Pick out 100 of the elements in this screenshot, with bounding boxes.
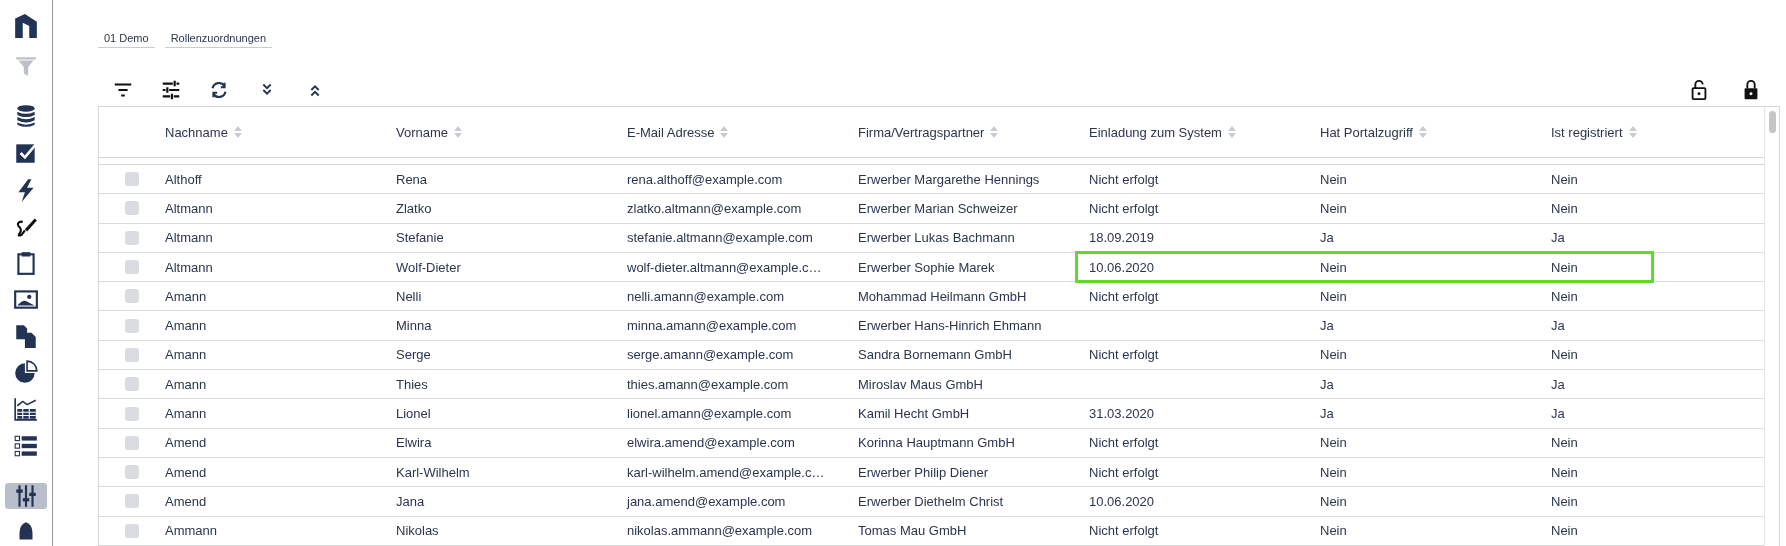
sort-icon[interactable]: [1418, 126, 1427, 138]
table-cell-text: Nein: [1551, 288, 1579, 304]
row-checkbox[interactable]: [125, 201, 139, 216]
breadcrumb-link[interactable]: Rollenzuordnungen: [164, 30, 273, 48]
table-cell-text: Ja: [1551, 406, 1566, 421]
table-cell-text: Nein: [1320, 259, 1348, 275]
table-cell-text: 18.09.2019: [1089, 230, 1156, 246]
table-cell-text: Ja: [1320, 318, 1335, 334]
table-cell-text: Erwerber Sophie Marek: [858, 259, 996, 275]
table-cell-text: nelli.amann@example.com: [627, 288, 785, 304]
table-cell-text: Amend: [165, 464, 208, 480]
table-cell-text: Nicht erfolgt: [1089, 435, 1160, 451]
table-cell-text: Nicht erfolgt: [1089, 523, 1160, 539]
table-cell-text: Erwerber Diethelm Christ: [858, 493, 1005, 509]
table-cell-text: Nicht erfolgt: [1089, 288, 1160, 304]
table-cell-text: jana.amend@example.com: [627, 493, 787, 509]
table-cell-text: Erwerber Margarethe Hennings: [858, 171, 1041, 187]
table-cell-text: Thies: [396, 376, 429, 392]
row-checkbox[interactable]: [125, 318, 139, 333]
table-cell-text: Jana: [396, 493, 426, 509]
table-cell-text: lionel.amann@example.com: [627, 406, 793, 421]
table-cell-text: Amann: [165, 347, 208, 363]
sort-icon[interactable]: [1227, 126, 1236, 138]
table-cell-text: Nikolas: [396, 523, 440, 539]
table-cell-text: Amann: [165, 406, 208, 421]
table-cell-text: Nicht erfolgt: [1089, 171, 1160, 187]
table-cell-text: Amann: [165, 376, 208, 392]
table-cell-text: Erwerber Marian Schweizer: [858, 200, 1019, 216]
row-checkbox[interactable]: [125, 406, 139, 421]
row-checkbox[interactable]: [125, 523, 139, 538]
table-cell-text: wolf-dieter.altmann@example.c…: [627, 259, 823, 275]
column-header[interactable]: Firma/Vertragspartner: [858, 124, 1089, 140]
table-cell-text: Altmann: [165, 200, 214, 216]
table-cell-text: Nein: [1551, 171, 1579, 187]
table-cell-text: Kamil Hecht GmbH: [858, 406, 971, 421]
row-checkbox[interactable]: [125, 435, 139, 450]
table-cell-text: Miroslav Maus GmbH: [858, 376, 984, 392]
row-checkbox[interactable]: [125, 377, 139, 392]
sort-icon[interactable]: [233, 126, 242, 138]
column-header[interactable]: Einladung zum System: [1089, 124, 1320, 140]
table-cell-text: elwira.amend@example.com: [627, 435, 796, 451]
sidebar-button[interactable]: [5, 482, 47, 510]
table-cell-text: 10.06.2020: [1089, 259, 1156, 275]
row-checkbox[interactable]: [125, 260, 139, 275]
table-cell-text: Amann: [165, 318, 208, 334]
table-cell-text: Nein: [1551, 435, 1579, 451]
table-cell-text: Ja: [1551, 376, 1566, 392]
table-cell-text: Amend: [165, 493, 208, 509]
row-checkbox[interactable]: [125, 289, 139, 304]
column-header[interactable]: Ist registriert: [1551, 124, 1764, 140]
table-cell-text: Minna: [396, 318, 433, 334]
table-cell-text: Amann: [165, 288, 208, 304]
table-cell-text: Karl-Wilhelm: [396, 464, 471, 480]
table-cell-text: Nein: [1320, 523, 1348, 539]
table-cell-text: karl-wilhelm.amend@example.c…: [627, 464, 826, 480]
table-cell-text: Nein: [1320, 288, 1348, 304]
table-cell-text: Rena: [396, 171, 429, 187]
table-cell-text: Wolf-Dieter: [396, 259, 462, 275]
column-header[interactable]: Vorname: [396, 124, 627, 140]
column-header[interactable]: Hat Portalzugriff: [1320, 124, 1551, 140]
table-cell-text: Nein: [1551, 259, 1579, 275]
table-cell-text: Nicht erfolgt: [1089, 347, 1160, 363]
table-cell-text: Tomas Mau GmbH: [858, 523, 968, 539]
sort-icon[interactable]: [720, 126, 729, 138]
table-cell-text: Althoff: [165, 171, 203, 187]
table-cell-text: Ja: [1320, 376, 1335, 392]
table-cell-text: Altmann: [165, 259, 214, 275]
table-cell-text: Erwerber Philip Diener: [858, 464, 990, 480]
table-cell-text: Nein: [1320, 435, 1348, 451]
table-cell-text: Ja: [1551, 230, 1566, 246]
table-cell-text: 10.06.2020: [1089, 493, 1156, 509]
column-header[interactable]: E-Mail Adresse: [627, 124, 858, 140]
table-cell-text: Nicht erfolgt: [1089, 200, 1160, 216]
table-cell-text: stefanie.altmann@example.com: [627, 230, 814, 246]
row-checkbox[interactable]: [125, 172, 139, 187]
table-cell-text: Ammann: [165, 523, 219, 539]
sliders-icon[interactable]: [160, 79, 182, 101]
table-cell-text: thies.amann@example.com: [627, 376, 790, 392]
table-cell-text: Ja: [1320, 230, 1335, 246]
scrollbar-thumb[interactable]: [1768, 111, 1776, 133]
table-cell-text: Nicht erfolgt: [1089, 464, 1160, 480]
row-checkbox[interactable]: [125, 230, 139, 245]
table-cell-text: Sandra Bornemann GmbH: [858, 347, 1013, 363]
row-checkbox[interactable]: [125, 347, 139, 362]
column-header[interactable]: Nachname: [165, 124, 396, 140]
table-cell-text: minna.amann@example.com: [627, 318, 798, 334]
table-cell-text: Nein: [1320, 347, 1348, 363]
row-checkbox[interactable]: [125, 465, 139, 480]
sort-icon[interactable]: [990, 126, 999, 138]
table-cell-text: Nein: [1551, 493, 1579, 509]
table-cell-text: zlatko.altmann@example.com: [627, 200, 803, 216]
table-cell-text: Nein: [1320, 464, 1348, 480]
table-cell-text: Korinna Hauptmann GmbH: [858, 435, 1016, 451]
table-cell-text: Amend: [165, 435, 208, 451]
sort-icon[interactable]: [1628, 126, 1637, 138]
table-cell-text: Mohammad Heilmann GmbH: [858, 288, 1028, 304]
breadcrumb-link[interactable]: 01 Demo: [98, 30, 155, 48]
table-cell-text: Zlatko: [396, 200, 433, 216]
row-checkbox[interactable]: [125, 494, 139, 509]
sort-icon[interactable]: [454, 126, 463, 138]
